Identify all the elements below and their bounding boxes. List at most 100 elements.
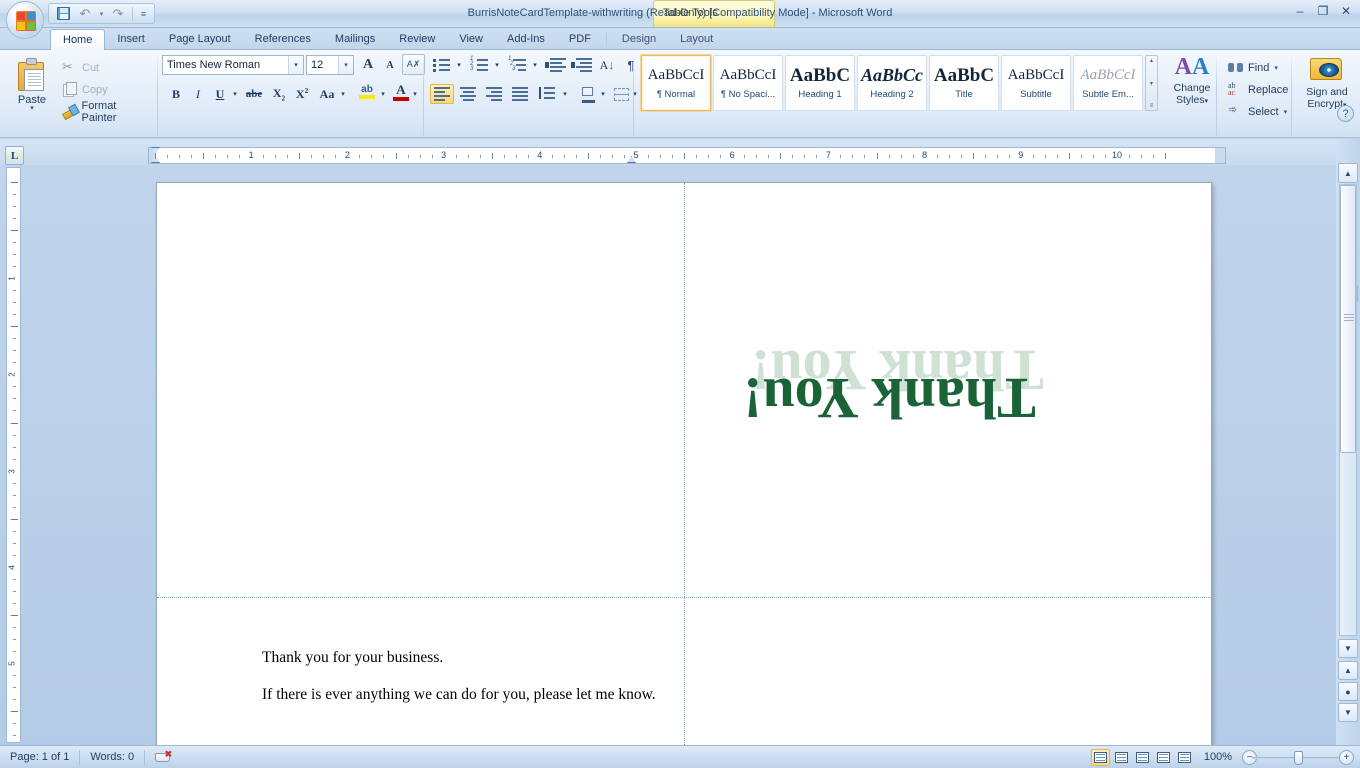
font-color-button[interactable]: A bbox=[390, 83, 412, 104]
subscript-button[interactable]: X2 bbox=[268, 84, 290, 104]
customize-qat-button[interactable]: ≡ bbox=[137, 5, 150, 22]
styles-scroll[interactable]: ▴ ▾ ≡ bbox=[1145, 55, 1158, 111]
view-outline-button[interactable] bbox=[1154, 749, 1173, 766]
style-no-spacing[interactable]: AaBbCcI ¶ No Spaci... bbox=[713, 55, 783, 111]
font-color-dropdown[interactable]: ▾ bbox=[410, 84, 420, 104]
change-case-button[interactable]: Aa bbox=[315, 84, 339, 104]
redo-button[interactable]: ↷ bbox=[108, 5, 128, 22]
style-normal[interactable]: AaBbCcI ¶ Normal bbox=[640, 54, 712, 112]
view-full-screen-reading-button[interactable] bbox=[1112, 749, 1131, 766]
borders-button[interactable] bbox=[610, 84, 632, 104]
vertical-ruler[interactable]: 1 2 3 4 5 bbox=[6, 167, 21, 743]
tab-pdf[interactable]: PDF bbox=[557, 29, 603, 50]
font-name-combo[interactable]: Times New Roman ▾ bbox=[162, 55, 304, 75]
view-print-layout-button[interactable] bbox=[1090, 748, 1110, 766]
cut-button[interactable]: Cut bbox=[58, 57, 103, 78]
tab-review[interactable]: Review bbox=[387, 29, 447, 50]
shrink-font-button[interactable]: A bbox=[380, 55, 400, 75]
copy-button[interactable]: Copy bbox=[58, 79, 112, 100]
format-painter-button[interactable]: Format Painter bbox=[58, 100, 156, 124]
replace-button[interactable]: ab ac Replace bbox=[1224, 79, 1292, 100]
italic-button[interactable]: I bbox=[188, 84, 208, 104]
view-web-layout-button[interactable] bbox=[1133, 749, 1152, 766]
tab-page-layout[interactable]: Page Layout bbox=[157, 29, 243, 50]
numbering-dropdown[interactable]: ▾ bbox=[492, 55, 502, 75]
select-button[interactable]: ➾ Select ▾ bbox=[1224, 101, 1291, 122]
select-browse-object-button[interactable]: ● bbox=[1338, 682, 1358, 701]
grow-font-button[interactable]: A bbox=[358, 55, 378, 75]
document-page[interactable]: Thank You! Thank You! Thank you for your… bbox=[156, 182, 1212, 745]
change-case-dropdown[interactable]: ▾ bbox=[338, 84, 348, 104]
document-area[interactable]: Thank You! Thank You! Thank you for your… bbox=[26, 165, 1336, 745]
next-page-button[interactable]: ▼ bbox=[1338, 703, 1358, 722]
find-button[interactable]: Find ▾ bbox=[1224, 57, 1282, 78]
scroll-track[interactable] bbox=[1339, 184, 1357, 636]
tab-layout[interactable]: Layout bbox=[668, 29, 725, 50]
tab-mailings[interactable]: Mailings bbox=[323, 29, 387, 50]
restore-button[interactable]: ❐ bbox=[1315, 5, 1331, 17]
font-size-combo[interactable]: 12 ▾ bbox=[306, 55, 354, 75]
line-spacing-dropdown[interactable]: ▾ bbox=[560, 84, 570, 104]
undo-dropdown[interactable]: ▾ bbox=[97, 5, 106, 22]
office-button[interactable] bbox=[6, 1, 44, 39]
tab-add-ins[interactable]: Add-Ins bbox=[495, 29, 557, 50]
sort-button[interactable]: A↓ bbox=[596, 55, 618, 75]
highlight-dropdown[interactable]: ▾ bbox=[378, 84, 388, 104]
zoom-slider[interactable]: − + bbox=[1242, 749, 1354, 766]
previous-page-button[interactable]: ▲ bbox=[1338, 661, 1358, 680]
align-right-button[interactable] bbox=[482, 84, 506, 104]
style-title[interactable]: AaBbC Title bbox=[929, 55, 999, 111]
strikethrough-button[interactable]: abe bbox=[242, 84, 266, 104]
view-draft-button[interactable] bbox=[1175, 749, 1194, 766]
style-heading-1[interactable]: AaBbC Heading 1 bbox=[785, 55, 855, 111]
line-spacing-button[interactable] bbox=[536, 84, 560, 104]
underline-dropdown[interactable]: ▾ bbox=[230, 84, 240, 104]
undo-button[interactable]: ↶ bbox=[75, 5, 95, 22]
tab-home[interactable]: Home bbox=[50, 29, 106, 50]
vertical-scrollbar[interactable]: ▲ ▼ ▲ ● ▼ bbox=[1336, 139, 1360, 745]
tab-insert[interactable]: Insert bbox=[105, 29, 157, 50]
tab-design[interactable]: Design bbox=[610, 29, 668, 50]
zoom-level[interactable]: 100% bbox=[1196, 751, 1240, 763]
proofing-status-button[interactable]: ✖ bbox=[145, 748, 182, 767]
change-styles-button[interactable]: AA Change Styles▾ bbox=[1164, 54, 1220, 128]
close-button[interactable]: ✕ bbox=[1338, 5, 1354, 17]
justify-button[interactable] bbox=[508, 84, 532, 104]
numbering-button[interactable]: 1 2 3 bbox=[468, 55, 492, 75]
tab-selector-button[interactable]: L bbox=[5, 146, 24, 165]
bullets-dropdown[interactable]: ▾ bbox=[454, 55, 464, 75]
clear-formatting-button[interactable]: A✗ bbox=[402, 54, 425, 75]
horizontal-ruler[interactable]: 1 2 3 4 5 6 7 8 9 10 bbox=[148, 147, 1226, 164]
underline-button[interactable]: U bbox=[210, 84, 230, 104]
superscript-button[interactable]: X2 bbox=[291, 84, 313, 104]
scroll-down-icon[interactable]: ▾ bbox=[1150, 80, 1153, 87]
scroll-down-button[interactable]: ▼ bbox=[1338, 639, 1358, 658]
shading-button[interactable] bbox=[576, 84, 600, 104]
bold-button[interactable]: B bbox=[166, 84, 186, 104]
style-heading-2[interactable]: AaBbCc Heading 2 bbox=[857, 55, 927, 111]
tab-references[interactable]: References bbox=[243, 29, 323, 50]
save-button[interactable] bbox=[53, 5, 73, 22]
paste-button[interactable]: Paste ▾ bbox=[8, 54, 56, 126]
multilevel-dropdown[interactable]: ▾ bbox=[530, 55, 540, 75]
multilevel-list-button[interactable]: 1 2 3 bbox=[506, 55, 530, 75]
shading-dropdown[interactable]: ▾ bbox=[598, 84, 608, 104]
zoom-in-button[interactable]: + bbox=[1339, 749, 1354, 765]
scroll-thumb[interactable] bbox=[1340, 185, 1356, 453]
minimize-button[interactable]: – bbox=[1292, 5, 1308, 17]
decrease-indent-button[interactable] bbox=[544, 55, 568, 75]
style-subtle-emphasis[interactable]: AaBbCcI Subtle Em... bbox=[1073, 55, 1143, 111]
scroll-up-icon[interactable]: ▴ bbox=[1150, 57, 1153, 64]
help-button[interactable]: ? bbox=[1337, 105, 1354, 122]
scroll-up-button[interactable]: ▲ bbox=[1338, 163, 1358, 183]
page-indicator[interactable]: Page: 1 of 1 bbox=[0, 748, 79, 767]
tab-view[interactable]: View bbox=[447, 29, 495, 50]
align-center-button[interactable] bbox=[456, 84, 480, 104]
align-left-button[interactable] bbox=[430, 84, 454, 104]
bullets-button[interactable] bbox=[430, 55, 454, 75]
increase-indent-button[interactable] bbox=[570, 55, 594, 75]
card-inside-text[interactable]: Thank you for your business. If there is… bbox=[262, 649, 682, 704]
zoom-thumb[interactable] bbox=[1294, 750, 1303, 765]
word-count[interactable]: Words: 0 bbox=[80, 748, 144, 767]
styles-more-icon[interactable]: ≡ bbox=[1150, 103, 1154, 109]
